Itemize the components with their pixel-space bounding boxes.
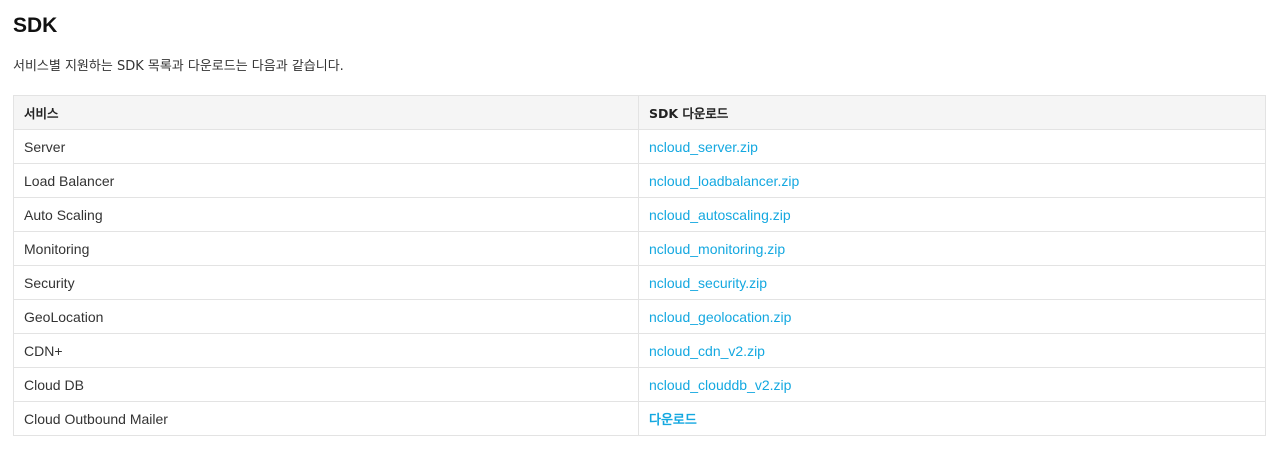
table-row: Load Balancer ncloud_loadbalancer.zip bbox=[13, 163, 1266, 198]
column-header-download: SDK 다운로드 bbox=[638, 95, 1266, 130]
download-cell: ncloud_geolocation.zip bbox=[638, 299, 1266, 334]
download-cell: ncloud_clouddb_v2.zip bbox=[638, 367, 1266, 402]
sdk-page: SDK 서비스별 지원하는 SDK 목록과 다운로드는 다음과 같습니다. 서비… bbox=[0, 0, 1276, 455]
table-row: Monitoring ncloud_monitoring.zip bbox=[13, 231, 1266, 266]
column-header-service: 서비스 bbox=[13, 95, 639, 130]
download-cell: 다운로드 bbox=[638, 401, 1266, 436]
service-name: Auto Scaling bbox=[13, 197, 639, 232]
service-name: GeoLocation bbox=[13, 299, 639, 334]
service-name: Load Balancer bbox=[13, 163, 639, 198]
download-link[interactable]: 다운로드 bbox=[649, 413, 697, 428]
table-row: Cloud DB ncloud_clouddb_v2.zip bbox=[13, 367, 1266, 402]
service-name: Cloud DB bbox=[13, 367, 639, 402]
download-link[interactable]: ncloud_loadbalancer.zip bbox=[649, 173, 799, 189]
table-row: Server ncloud_server.zip bbox=[13, 129, 1266, 164]
service-name: Security bbox=[13, 265, 639, 300]
download-link[interactable]: ncloud_clouddb_v2.zip bbox=[649, 377, 791, 393]
table-row: Cloud Outbound Mailer 다운로드 bbox=[13, 401, 1266, 436]
download-link[interactable]: ncloud_cdn_v2.zip bbox=[649, 343, 765, 359]
download-cell: ncloud_server.zip bbox=[638, 129, 1266, 164]
download-cell: ncloud_security.zip bbox=[638, 265, 1266, 300]
table-row: CDN+ ncloud_cdn_v2.zip bbox=[13, 333, 1266, 368]
download-link[interactable]: ncloud_security.zip bbox=[649, 275, 767, 291]
table-row: GeoLocation ncloud_geolocation.zip bbox=[13, 299, 1266, 334]
service-name: Cloud Outbound Mailer bbox=[13, 401, 639, 436]
download-link[interactable]: ncloud_monitoring.zip bbox=[649, 241, 785, 257]
table-header-row: 서비스 SDK 다운로드 bbox=[13, 95, 1266, 130]
table-row: Security ncloud_security.zip bbox=[13, 265, 1266, 300]
download-link[interactable]: ncloud_autoscaling.zip bbox=[649, 207, 791, 223]
service-name: Server bbox=[13, 129, 639, 164]
download-cell: ncloud_loadbalancer.zip bbox=[638, 163, 1266, 198]
service-name: Monitoring bbox=[13, 231, 639, 266]
page-title: SDK bbox=[13, 14, 58, 37]
table-row: Auto Scaling ncloud_autoscaling.zip bbox=[13, 197, 1266, 232]
download-link[interactable]: ncloud_server.zip bbox=[649, 139, 758, 155]
sdk-table: 서비스 SDK 다운로드 Server ncloud_server.zip Lo… bbox=[13, 95, 1266, 436]
download-cell: ncloud_monitoring.zip bbox=[638, 231, 1266, 266]
download-link[interactable]: ncloud_geolocation.zip bbox=[649, 309, 791, 325]
page-description: 서비스별 지원하는 SDK 목록과 다운로드는 다음과 같습니다. bbox=[13, 59, 344, 74]
download-cell: ncloud_autoscaling.zip bbox=[638, 197, 1266, 232]
download-cell: ncloud_cdn_v2.zip bbox=[638, 333, 1266, 368]
service-name: CDN+ bbox=[13, 333, 639, 368]
